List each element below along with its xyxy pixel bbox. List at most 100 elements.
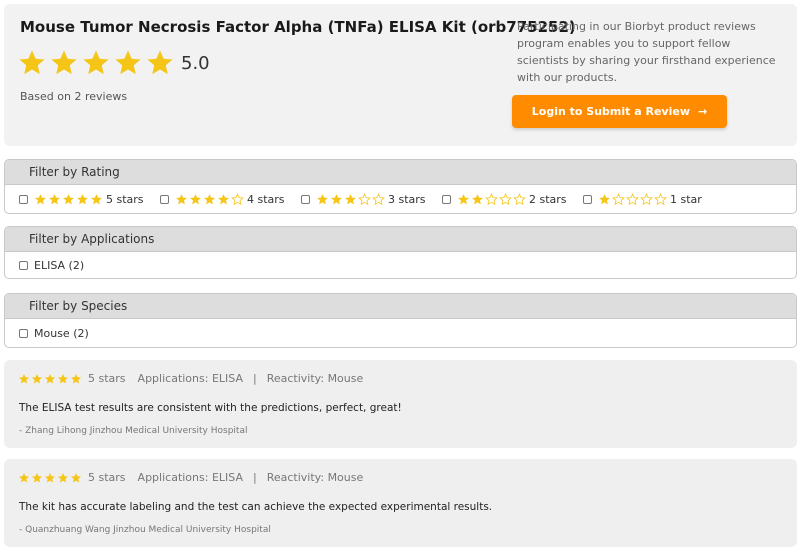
filter-option-2-stars[interactable]: 2 stars (442, 193, 583, 206)
star-filled-icon (472, 193, 483, 204)
review-applications: Applications: ELISA (137, 471, 243, 484)
star-icon (113, 48, 145, 80)
filter-option-mouse[interactable]: Mouse (2) (19, 327, 89, 340)
star-filled-icon (331, 193, 342, 204)
review-rating-label: 5 stars (88, 372, 126, 385)
star-empty-icon (640, 192, 653, 205)
star-empty-icon (626, 192, 639, 205)
star-filled-icon (71, 373, 81, 383)
star-filled-icon (77, 193, 88, 204)
filter-option-3-stars[interactable]: 3 stars (301, 193, 442, 206)
star-empty-icon (654, 192, 667, 205)
review-applications: Applications: ELISA (137, 372, 243, 385)
star-filled-icon (63, 193, 74, 204)
filter-option-5-stars[interactable]: 5 stars (19, 193, 160, 206)
review-meta: 5 stars Applications: ELISA | Reactivity… (18, 372, 363, 385)
star-filled-icon (458, 193, 469, 204)
star-filled-icon (32, 472, 42, 482)
checkbox[interactable] (19, 328, 28, 338)
species-options: Mouse (2) (5, 319, 796, 347)
product-title: Mouse Tumor Necrosis Factor Alpha (TNFa)… (20, 18, 576, 36)
review-author: - Zhang Lihong Jinzhou Medical Universit… (19, 426, 248, 436)
filter-option-label: 1 star (670, 192, 702, 206)
filter-by-species: Filter by Species Mouse (2) (4, 293, 797, 348)
review-rating-label: 5 stars (88, 471, 126, 484)
rating-options: 5 stars 4 stars 3 stars 2 stars 1 star (5, 185, 796, 213)
checkbox[interactable] (19, 260, 28, 270)
filter-option-label: ELISA (2) (34, 258, 85, 272)
star-filled-icon (345, 193, 356, 204)
rating-stars (598, 192, 668, 206)
review-author: - Quanzhuang Wang Jinzhou Medical Univer… (19, 525, 271, 535)
filter-by-rating: Filter by Rating 5 stars 4 stars 3 stars 2 … (4, 159, 797, 214)
star-filled-icon (32, 373, 42, 383)
checkbox[interactable] (301, 194, 310, 204)
average-rating-stars (17, 48, 177, 80)
star-icon (81, 48, 113, 80)
login-to-review-button[interactable]: Login to Submit a Review → (512, 95, 727, 128)
filter-option-label: 2 stars (529, 192, 567, 206)
filter-species-heading: Filter by Species (5, 294, 796, 319)
star-empty-icon (231, 192, 244, 205)
rating-stars (457, 192, 527, 206)
star-filled-icon (35, 193, 46, 204)
star-filled-icon (204, 193, 215, 204)
filter-option-elisa[interactable]: ELISA (2) (19, 259, 84, 272)
star-empty-icon (513, 192, 526, 205)
star-filled-icon (599, 193, 610, 204)
star-filled-icon (19, 373, 29, 383)
star-empty-icon (499, 192, 512, 205)
review-stars (18, 373, 83, 385)
separator: | (252, 372, 257, 385)
star-filled-icon (58, 472, 68, 482)
checkbox[interactable] (19, 194, 28, 204)
star-icon (49, 48, 81, 80)
star-filled-icon (49, 193, 60, 204)
star-filled-icon (19, 472, 29, 482)
checkbox[interactable] (160, 194, 169, 204)
star-icon (145, 48, 177, 80)
star-empty-icon (372, 192, 385, 205)
login-button-label: Login to Submit a Review (531, 105, 690, 118)
filter-option-label: 4 stars (247, 192, 285, 206)
review-program-text: Participating in our Biorbyt product rev… (517, 20, 776, 84)
review-card: 5 stars Applications: ELISA | Reactivity… (4, 459, 797, 547)
review-card: 5 stars Applications: ELISA | Reactivity… (4, 360, 797, 448)
star-filled-icon (71, 472, 81, 482)
review-text: The ELISA test results are consistent wi… (19, 402, 402, 414)
rating-stars (175, 192, 245, 206)
star-filled-icon (176, 193, 187, 204)
arrow-right-icon: → (698, 105, 708, 118)
filter-rating-heading: Filter by Rating (5, 160, 796, 185)
star-filled-icon (218, 193, 229, 204)
star-filled-icon (45, 373, 55, 383)
checkbox[interactable] (583, 194, 592, 204)
review-count: Based on 2 reviews (20, 90, 128, 103)
star-icon (17, 48, 49, 80)
star-filled-icon (190, 193, 201, 204)
checkbox[interactable] (442, 194, 451, 204)
filter-option-4-stars[interactable]: 4 stars (160, 193, 301, 206)
rating-stars (316, 192, 386, 206)
review-reactivity: Reactivity: Mouse (266, 372, 364, 385)
filter-option-label: 5 stars (106, 192, 144, 206)
review-reactivity: Reactivity: Mouse (266, 471, 364, 484)
applications-options: ELISA (2) (5, 252, 796, 278)
rating-stars (34, 193, 104, 206)
review-stars (18, 472, 83, 484)
filter-by-applications: Filter by Applications ELISA (2) (4, 226, 797, 279)
star-empty-icon (358, 192, 371, 205)
star-empty-icon (485, 192, 498, 205)
star-filled-icon (45, 472, 55, 482)
filter-applications-heading: Filter by Applications (5, 227, 796, 252)
separator: | (252, 471, 257, 484)
star-empty-icon (612, 192, 625, 205)
star-filled-icon (58, 373, 68, 383)
filter-option-label: 3 stars (388, 192, 426, 206)
review-text: The kit has accurate labeling and the te… (19, 501, 493, 513)
filter-option-1-stars[interactable]: 1 star (583, 193, 724, 206)
average-rating-value: 5.0 (181, 53, 210, 74)
review-meta: 5 stars Applications: ELISA | Reactivity… (18, 471, 363, 484)
star-filled-icon (91, 193, 102, 204)
filter-option-label: Mouse (2) (34, 326, 89, 340)
